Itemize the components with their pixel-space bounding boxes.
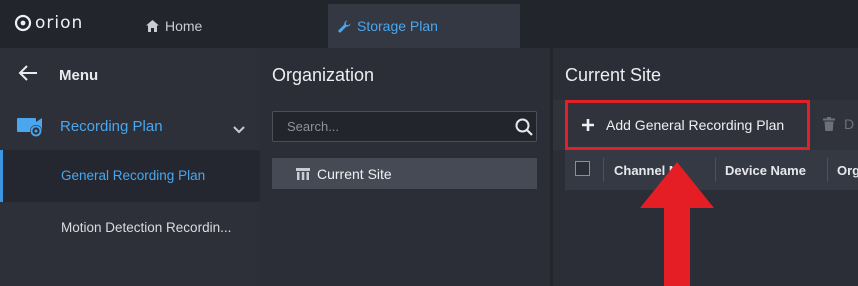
search-icon[interactable] [514,117,534,142]
menu-header: Menu [0,48,260,102]
search-input[interactable] [273,112,505,141]
tab-storage-plan[interactable]: Storage Plan [328,4,520,48]
sidebar-group-label: Recording Plan [60,118,163,135]
home-icon [146,20,159,32]
sidebar-item-label: Motion Detection Recordin... [61,220,232,235]
top-bar: orion Home Storage Plan [0,0,858,48]
add-general-recording-plan-button[interactable]: Add General Recording Plan [565,100,810,150]
chevron-down-icon[interactable] [233,121,245,139]
plus-icon [582,119,594,131]
organization-panel: Organization Current Site [260,48,550,286]
current-site-title: Current Site [565,65,662,85]
sidebar-item-general-recording-plan[interactable]: General Recording Plan [0,150,260,202]
sidebar-item-motion-detection-recording[interactable]: Motion Detection Recordin... [0,202,260,254]
tree-node-label: Current Site [317,165,392,182]
toolbar: Add General Recording Plan D [553,100,858,150]
select-all-checkbox[interactable] [575,161,590,176]
camera-settings-icon [16,114,44,143]
orion-logo-icon [14,14,32,32]
menu-label: Menu [59,67,99,84]
tree-node-current-site[interactable]: Current Site [272,158,537,189]
orion-logo[interactable]: orion [14,10,83,36]
sidebar: Menu Recording Plan General Recording Pl… [0,48,260,286]
back-arrow-icon[interactable] [18,64,38,87]
delete-button-label: D [844,116,855,132]
column-divider[interactable] [827,158,828,182]
add-button-label: Add General Recording Plan [606,117,785,133]
organization-search [272,111,537,142]
sidebar-group-recording-plan[interactable]: Recording Plan [0,104,260,150]
tab-home-label: Home [165,18,203,34]
tab-storage-plan-label: Storage Plan [357,18,438,34]
sidebar-item-label: General Recording Plan [61,168,206,183]
site-icon [295,167,311,180]
column-divider[interactable] [715,158,716,182]
tab-home[interactable]: Home [132,4,322,48]
wrench-icon [338,20,351,33]
trash-icon [823,117,835,131]
annotation-arrow-icon [640,162,714,286]
column-divider[interactable] [603,158,604,182]
organization-title: Organization [272,65,375,85]
column-header-organization[interactable]: Org [837,163,858,178]
delete-button[interactable]: D [823,116,854,132]
column-header-device-name[interactable]: Device Name [725,163,825,178]
logo-text: orion [35,13,84,33]
